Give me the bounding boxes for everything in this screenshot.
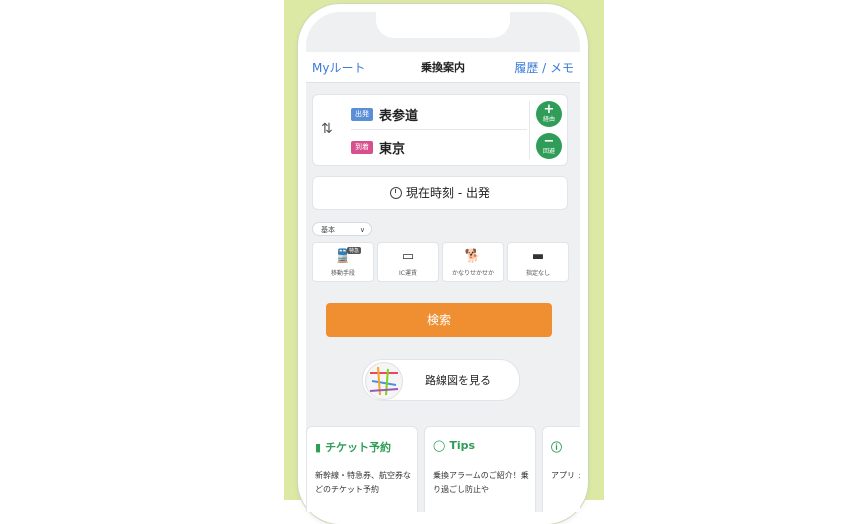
option-label: IC運賃 xyxy=(399,270,417,277)
option-speed[interactable]: 🐕 かなりせかせか xyxy=(442,242,504,282)
time-label: 現在時刻 - 出発 xyxy=(406,186,490,200)
card-title: ⓘ xyxy=(551,439,566,455)
clock-icon xyxy=(390,187,403,199)
info-icon: ⓘ xyxy=(551,441,562,454)
ticket-icon: ▮ xyxy=(315,441,322,454)
add-via-button[interactable]: + 経由 xyxy=(536,101,562,127)
avoid-label: 回避 xyxy=(542,148,555,155)
history-memo-link[interactable]: 履歴 / メモ xyxy=(514,59,574,76)
option-label: 移動手段 xyxy=(330,270,355,277)
route-map-button[interactable]: 路線図を見る xyxy=(362,359,520,401)
route-map-label: 路線図を見る xyxy=(425,374,491,387)
option-transport[interactable]: 特急 🚆 移動手段 xyxy=(312,242,374,282)
card-text: アプリ ェック xyxy=(551,471,580,480)
route-divider xyxy=(351,129,527,130)
preset-value: 基本 xyxy=(321,226,335,234)
route-map-thumbnail xyxy=(365,362,403,400)
card-title: ◯ Tips xyxy=(433,439,475,452)
train-icon: 🚆 xyxy=(334,249,352,264)
card-text: 乗換アラームのご紹介！乗り過ごし防止や xyxy=(433,471,529,494)
card-text: 新幹線・特急券、航空券などのチケット予約 xyxy=(315,471,411,494)
card-title-text: チケット予約 xyxy=(325,441,392,454)
arrival-station-field[interactable]: 東京 xyxy=(379,138,405,157)
add-via-label: 経由 xyxy=(542,116,555,123)
option-label: 指定なし xyxy=(525,270,550,277)
time-select-button[interactable]: 現在時刻 - 出発 xyxy=(312,176,568,210)
app-info-card[interactable]: ⓘ アプリ ェック xyxy=(542,426,580,512)
option-badge: 特急 xyxy=(346,247,361,254)
route-input-card: ⇅ 出発 表参道 到着 東京 + 経由 − 回避 xyxy=(312,94,568,166)
avoid-button[interactable]: − 回避 xyxy=(536,133,562,159)
route-vertical-divider xyxy=(529,101,530,159)
swap-icon[interactable]: ⇅ xyxy=(321,121,333,137)
lightbulb-icon: ◯ xyxy=(433,439,446,452)
option-fare[interactable]: ▭ IC運賃 xyxy=(377,242,439,282)
running-animal-icon: 🐕 xyxy=(464,249,482,264)
tips-card[interactable]: ◯ Tips 乗換アラームのご紹介！乗り過ごし防止や xyxy=(424,426,536,512)
preset-dropdown[interactable]: 基本 ∨ xyxy=(312,222,372,236)
plus-icon: + xyxy=(543,102,555,117)
departure-tag: 出発 xyxy=(351,108,373,121)
minus-icon: − xyxy=(543,134,555,149)
chevron-down-icon: ∨ xyxy=(359,226,365,234)
seat-icon: ▬ xyxy=(531,249,545,264)
arrival-tag: 到着 xyxy=(351,141,373,154)
option-label: かなりせかせか xyxy=(451,270,494,277)
card-title-text: Tips xyxy=(449,439,476,452)
ic-card-icon: ▭ xyxy=(401,249,415,264)
option-seat[interactable]: ▬ 指定なし xyxy=(507,242,569,282)
ticket-reservation-card[interactable]: ▮ チケット予約 新幹線・特急券、航空券などのチケット予約 xyxy=(306,426,418,512)
search-button[interactable]: 検索 xyxy=(326,303,552,337)
card-title: ▮ チケット予約 xyxy=(315,439,391,455)
phone-notch xyxy=(376,12,510,38)
departure-station-field[interactable]: 表参道 xyxy=(379,105,418,124)
app-screen: Myルート 乗換案内 履歴 / メモ ⇅ 出発 表参道 到着 東京 + 経由 −… xyxy=(306,12,580,512)
navigation-bar: Myルート 乗換案内 履歴 / メモ xyxy=(306,52,580,83)
